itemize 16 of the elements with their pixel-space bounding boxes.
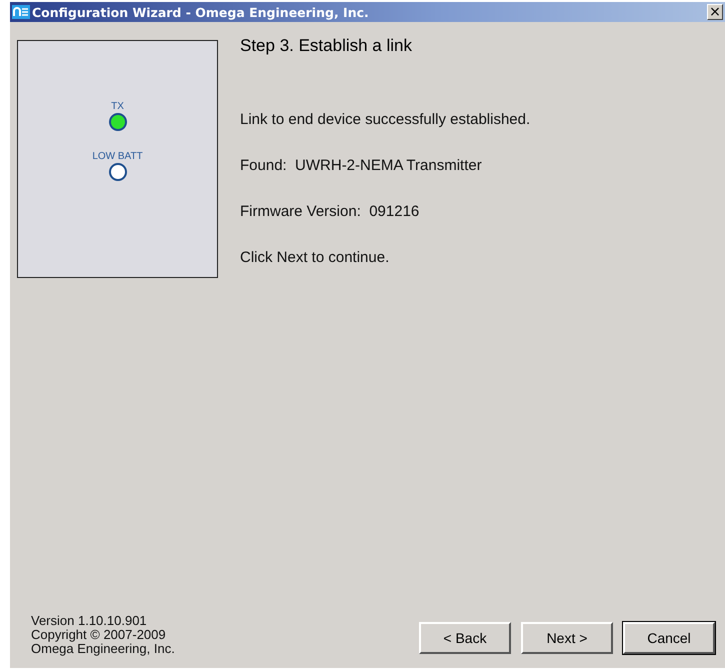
wizard-button[interactable]: < Back <box>419 622 511 654</box>
app-logo-icon <box>12 5 30 19</box>
indicator-label: TX <box>111 101 124 112</box>
message-text: Link to end device successfully established. <box>240 111 530 128</box>
wizard-button[interactable]: Cancel <box>623 622 715 654</box>
indicator-label: LOW BATT <box>92 151 143 162</box>
message-text: Found: UWRH-2-NEMA Transmitter <box>240 157 483 174</box>
version-text: Version 1.10.10.901 <box>31 614 148 628</box>
wizard-button[interactable]: Next > <box>521 622 613 654</box>
step-title: Step 3. Establish a link <box>240 36 413 56</box>
message-text: Click Next to continue. <box>240 249 390 266</box>
company-text: Omega Engineering, Inc. <box>31 642 175 656</box>
message-text: Firmware Version: 091216 <box>240 203 420 220</box>
copyright-text: Copyright © 2007-2009 <box>31 628 167 642</box>
close-button[interactable]: × <box>707 4 723 20</box>
window-title: Configuration Wizard - Omega Engineering, Inc. <box>32 4 370 20</box>
